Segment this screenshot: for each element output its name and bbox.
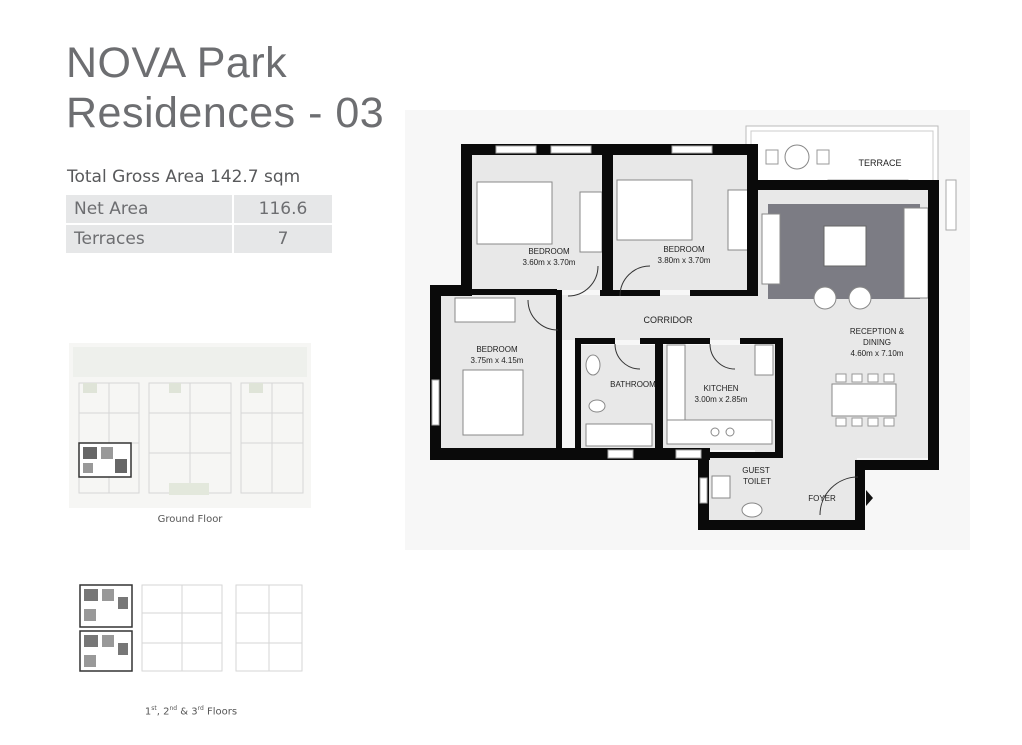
ground-floor-keyplan bbox=[69, 343, 311, 508]
area-table: Net Area 116.6 Terraces 7 bbox=[66, 195, 332, 255]
upper-floors-caption: 1st, 2nd & 3rd Floors bbox=[76, 705, 306, 717]
terraces-value: 7 bbox=[233, 224, 332, 255]
bedroom3-label: BEDROOM bbox=[476, 345, 518, 354]
guest-toilet-label-2: TOILET bbox=[743, 477, 771, 486]
coffee-table bbox=[823, 225, 867, 267]
caption-sup: nd bbox=[169, 705, 178, 712]
corridor-label: CORRIDOR bbox=[644, 315, 693, 325]
reception-dims: 4.60m x 7.10m bbox=[851, 349, 904, 358]
caption-part: & 3 bbox=[177, 706, 198, 718]
terraces-label: Terraces bbox=[66, 224, 234, 255]
table-row: Terraces 7 bbox=[66, 224, 332, 255]
sofa-right bbox=[903, 207, 929, 299]
table-row: Net Area 116.6 bbox=[66, 195, 332, 225]
kitchen-dims: 3.00m x 2.85m bbox=[695, 395, 748, 404]
unit-floor-plan: TERRACE BEDROOM 3.60m x 3.70m BEDROOM 3.… bbox=[405, 110, 970, 550]
net-area-label: Net Area bbox=[66, 195, 234, 225]
bedroom1-dims: 3.60m x 3.70m bbox=[523, 258, 576, 267]
ground-floor-caption: Ground Floor bbox=[157, 514, 223, 525]
bedroom2-dims: 3.80m x 3.70m bbox=[658, 256, 711, 265]
bedroom1-label: BEDROOM bbox=[528, 247, 570, 256]
page-title: NOVA Park Residences - 03 bbox=[66, 38, 384, 138]
net-area-value: 116.6 bbox=[233, 195, 332, 225]
title-line-1: NOVA Park bbox=[66, 39, 288, 87]
upper-floors-keyplan bbox=[79, 584, 303, 672]
sofa-left bbox=[761, 213, 781, 285]
kitchen-label: KITCHEN bbox=[703, 384, 738, 393]
highlighted-unit-upper bbox=[79, 584, 133, 672]
total-gross-area: Total Gross Area 142.7 sqm bbox=[67, 167, 301, 187]
bedroom3-dims: 3.75m x 4.15m bbox=[471, 356, 524, 365]
terrace-label: TERRACE bbox=[858, 158, 901, 168]
bedroom2-label: BEDROOM bbox=[663, 245, 705, 254]
caption-part: , 2 bbox=[156, 706, 170, 718]
guest-toilet-label-1: GUEST bbox=[742, 466, 770, 475]
bathroom-label: BATHROOM bbox=[610, 380, 656, 389]
reception-label-1: RECEPTION & bbox=[850, 327, 905, 336]
title-line-2: Residences - 03 bbox=[66, 89, 385, 137]
reception-label-2: DINING bbox=[863, 338, 891, 347]
highlighted-unit-ground bbox=[78, 442, 132, 478]
foyer-label: FOYER bbox=[808, 494, 836, 503]
caption-part: Floors bbox=[203, 706, 238, 718]
